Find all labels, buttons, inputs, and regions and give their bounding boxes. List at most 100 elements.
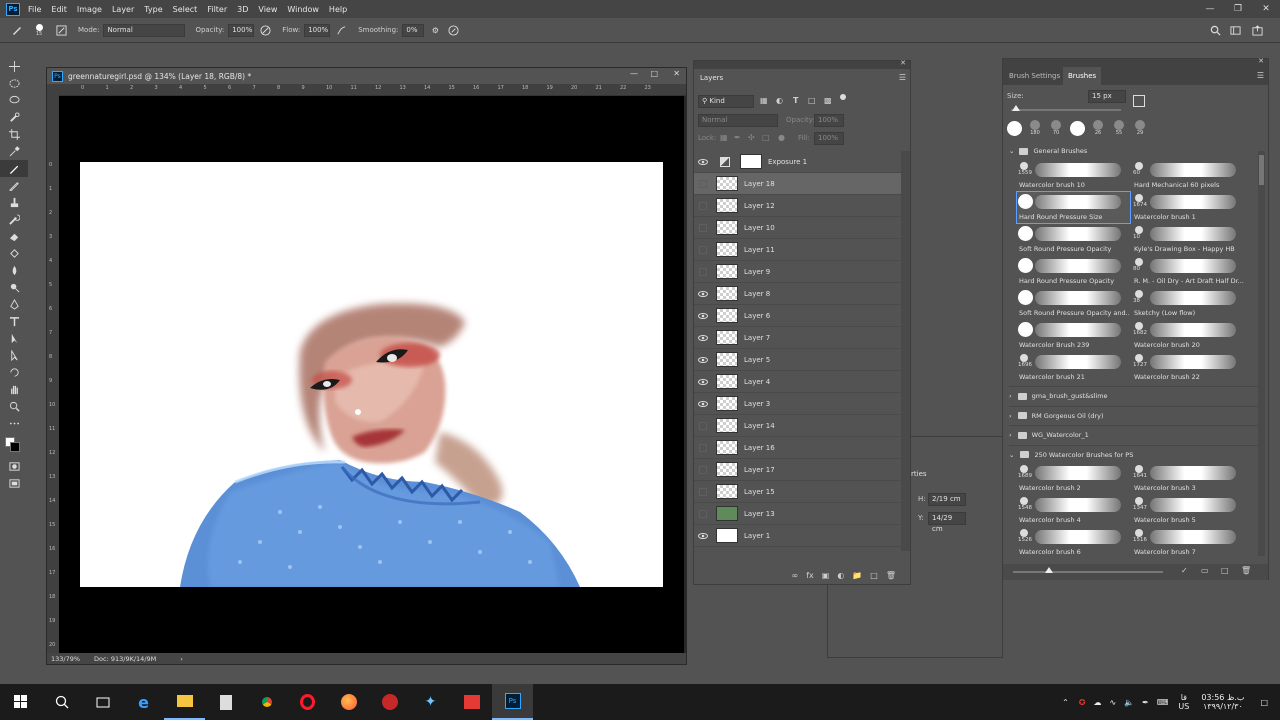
search-taskbar-icon[interactable] [41,684,82,720]
lock-position-icon[interactable]: ✣ [748,133,755,142]
panel-menu-icon[interactable]: ☰ [899,73,906,82]
eye-icon[interactable] [694,400,712,407]
edge-icon[interactable]: e [123,684,164,720]
menu-3d[interactable]: 3D [237,5,248,14]
pressure-size-icon[interactable] [446,23,460,37]
brush-preset[interactable]: 1559 Watercolor brush 10 [1017,160,1130,191]
new-layer-icon[interactable]: □ [870,571,878,580]
media-app-icon[interactable] [369,684,410,720]
fx-icon[interactable]: fx [806,571,814,580]
filter-kind-select[interactable]: ⚲ Kind [698,95,754,108]
eye-icon[interactable] [694,334,712,341]
size-slider[interactable] [1011,109,1121,111]
lock-all-icon[interactable]: ● [778,133,785,142]
layer-row[interactable]: Exposure 1 [694,151,901,173]
link-layers-icon[interactable]: ∞ [792,571,799,580]
tab-layers[interactable]: Layers [694,69,730,87]
eyedropper-tool-icon[interactable] [0,143,28,160]
size-slider-thumb[interactable] [1012,105,1020,111]
marquee-tool-icon[interactable] [0,75,28,92]
pressure-opacity-icon[interactable] [258,23,272,37]
doc-close-icon[interactable]: ✕ [673,69,680,78]
brush-preset[interactable]: 1526 Watercolor brush 6 [1017,527,1130,558]
recent-brush-preset[interactable] [1068,119,1086,141]
menu-filter[interactable]: Filter [207,5,227,14]
brush-folder[interactable]: ⌄ 250 Watercolor Brushes for PS [1009,444,1259,464]
menu-type[interactable]: Type [144,5,162,14]
brush-preset[interactable]: 60 Hard Mechanical 60 pixels [1132,160,1245,191]
chevron-up-icon[interactable]: ⌃ [1062,698,1069,707]
recent-brush-preset[interactable]: 26 [1089,119,1107,141]
pen-icon[interactable]: ✒ [1142,698,1149,707]
eye-hidden-icon[interactable] [694,179,712,188]
menu-edit[interactable]: Edit [51,5,67,14]
panel-close-icon[interactable]: ✕ [900,59,906,67]
color-swatches[interactable] [0,432,28,458]
layer-row[interactable]: Layer 14 [694,415,901,437]
crop-tool-icon[interactable] [0,126,28,143]
layer-opacity-field[interactable]: 100% [814,114,844,127]
clone-stamp-tool-icon[interactable] [0,194,28,211]
screen-mode-icon[interactable] [0,475,28,492]
opacity-field[interactable]: 100% [228,23,255,37]
minimize-icon[interactable]: — [1196,0,1224,18]
brush-tool-icon[interactable] [10,23,24,37]
doc-restore-icon[interactable]: □ [650,69,658,78]
delete-brush-icon[interactable]: 🗑 [1241,566,1251,575]
keyboard-icon[interactable]: ⌨ [1157,698,1169,707]
rotate-view-tool-icon[interactable] [0,364,28,381]
recent-brush-preset[interactable]: 55 [1110,119,1128,141]
eye-hidden-icon[interactable] [694,245,712,254]
eye-icon[interactable] [694,312,712,319]
wifi-icon[interactable]: ∿ [1109,698,1116,707]
doc-minimize-icon[interactable]: — [630,69,638,78]
flow-field[interactable]: 100% [304,23,331,37]
tab-brush-settings[interactable]: Brush Settings [1009,72,1060,80]
share-icon[interactable] [1250,23,1264,37]
clock[interactable]: 03:56 ب.ظ ۱۳۹۹/۱۲/۳۰ [1201,693,1244,711]
zoom-tool-icon[interactable] [0,398,28,415]
new-adjustment-icon[interactable]: ◐ [837,571,844,580]
close-icon[interactable]: ✕ [1252,0,1280,18]
brush-preset[interactable]: 1516 Watercolor brush 7 [1132,527,1245,558]
scroll-thumb[interactable] [1259,155,1264,185]
bird-app-icon[interactable]: ✦ [410,684,451,720]
notifications-icon[interactable]: □ [1260,698,1268,707]
airbrush-icon[interactable] [334,23,348,37]
eye-icon[interactable] [694,378,712,385]
filter-type-icon[interactable]: T [793,96,798,105]
brush-folder[interactable]: › WG_Watercolor_1 [1009,425,1259,444]
brush-preset[interactable]: 1347 Watercolor brush 5 [1132,495,1245,526]
eye-icon[interactable] [694,532,712,539]
zoom-level[interactable]: 133/79% [51,655,80,663]
new-brush-icon[interactable]: □ [1221,566,1229,575]
menu-help[interactable]: Help [329,5,347,14]
firefox-icon[interactable] [328,684,369,720]
menu-view[interactable]: View [258,5,277,14]
brush-preset[interactable]: Hard Round Pressure Size [1016,191,1131,224]
menu-window[interactable]: Window [287,5,319,14]
toggle-view-icon[interactable]: ✓ [1181,566,1188,575]
calculator-icon[interactable] [205,684,246,720]
layer-row[interactable]: Layer 18 [694,173,901,195]
eye-hidden-icon[interactable] [694,267,712,276]
pen-tool-icon[interactable] [0,296,28,313]
eye-hidden-icon[interactable] [694,509,712,518]
layer-row[interactable]: Layer 6 [694,305,901,327]
brush-preset[interactable]: 1682 Watercolor brush 20 [1132,320,1245,351]
brush-preset[interactable]: 1696 Watercolor brush 21 [1017,352,1130,383]
brush-edit-icon[interactable] [1133,95,1145,107]
paint-bucket-tool-icon[interactable] [0,245,28,262]
security-icon[interactable]: ✪ [1079,698,1086,707]
type-tool-icon[interactable] [0,313,28,330]
brush-preset-picker[interactable]: 15 [28,23,50,37]
quick-select-tool-icon[interactable] [0,109,28,126]
canvas-pasteboard[interactable] [59,96,684,653]
preview-size-thumb[interactable] [1045,567,1053,573]
brush-preset[interactable]: 1548 Watercolor brush 4 [1017,495,1130,526]
ruler-corner[interactable] [47,84,59,96]
pencil-tool-icon[interactable] [0,177,28,194]
filter-smart-object-icon[interactable]: ▩ [824,96,832,105]
layer-row[interactable]: Layer 9 [694,261,901,283]
brush-tool-icon-active[interactable] [0,160,28,177]
